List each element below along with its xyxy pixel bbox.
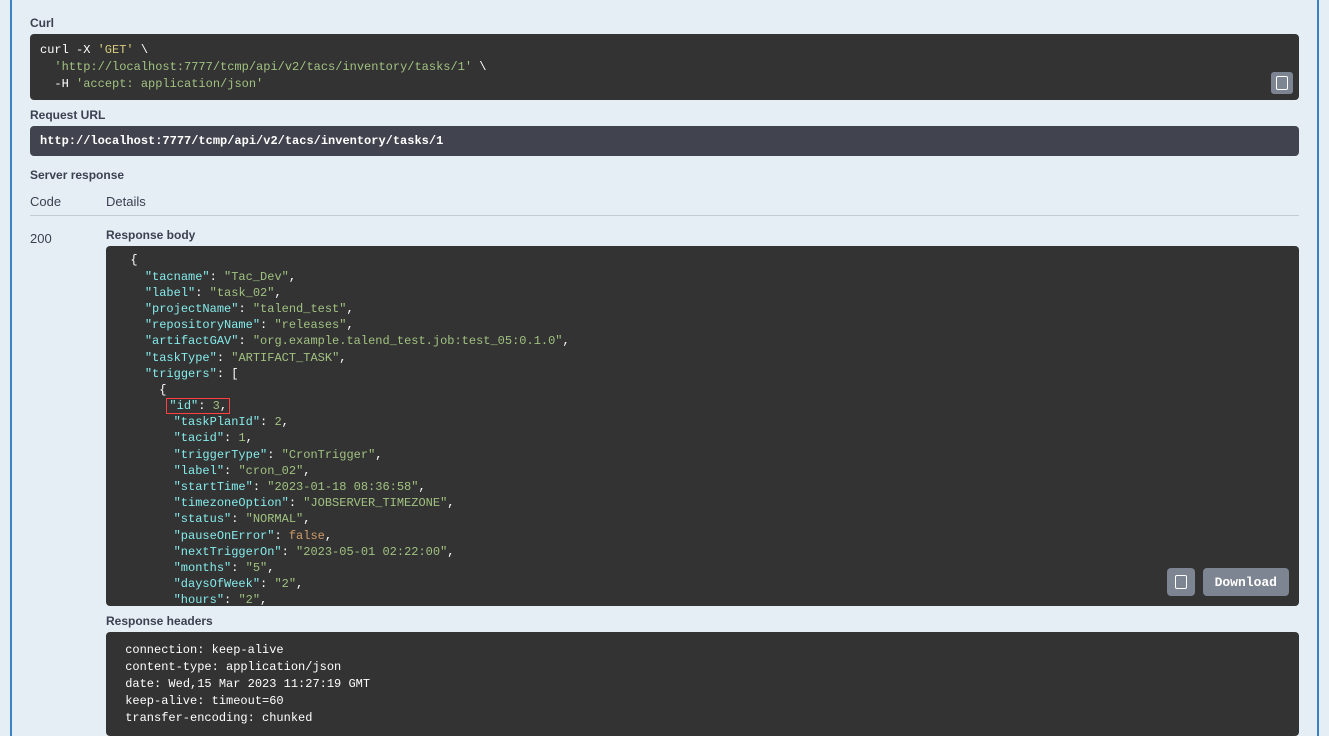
clipboard-icon: [1175, 575, 1187, 589]
response-body-scroll[interactable]: { "tacname": "Tac_Dev", "label": "task_0…: [106, 246, 1299, 606]
download-button[interactable]: Download: [1203, 568, 1289, 596]
curl-label: Curl: [30, 16, 1299, 30]
request-url-block: http://localhost:7777/tcmp/api/v2/tacs/i…: [30, 126, 1299, 156]
curl-block: curl -X 'GET' \ 'http://localhost:7777/t…: [30, 34, 1299, 100]
col-details-header: Details: [106, 194, 146, 209]
server-response-label: Server response: [30, 168, 1299, 182]
status-code: 200: [30, 228, 106, 736]
copy-curl-button[interactable]: [1271, 72, 1293, 94]
response-row: 200 Response body { "tacname": "Tac_Dev"…: [30, 228, 1299, 736]
request-url-label: Request URL: [30, 108, 1299, 122]
response-body-label: Response body: [106, 228, 1299, 242]
response-table-header: Code Details: [30, 188, 1299, 216]
swagger-response-panel: Curl curl -X 'GET' \ 'http://localhost:7…: [10, 0, 1319, 736]
response-headers-block: connection: keep-alive content-type: app…: [106, 632, 1299, 736]
copy-response-button[interactable]: [1167, 568, 1195, 596]
highlight-trigger-id: "id": 3,: [166, 398, 230, 414]
response-body-block: { "tacname": "Tac_Dev", "label": "task_0…: [106, 246, 1299, 606]
col-code-header: Code: [30, 194, 106, 209]
response-headers-label: Response headers: [106, 614, 1299, 628]
clipboard-icon: [1276, 76, 1288, 90]
